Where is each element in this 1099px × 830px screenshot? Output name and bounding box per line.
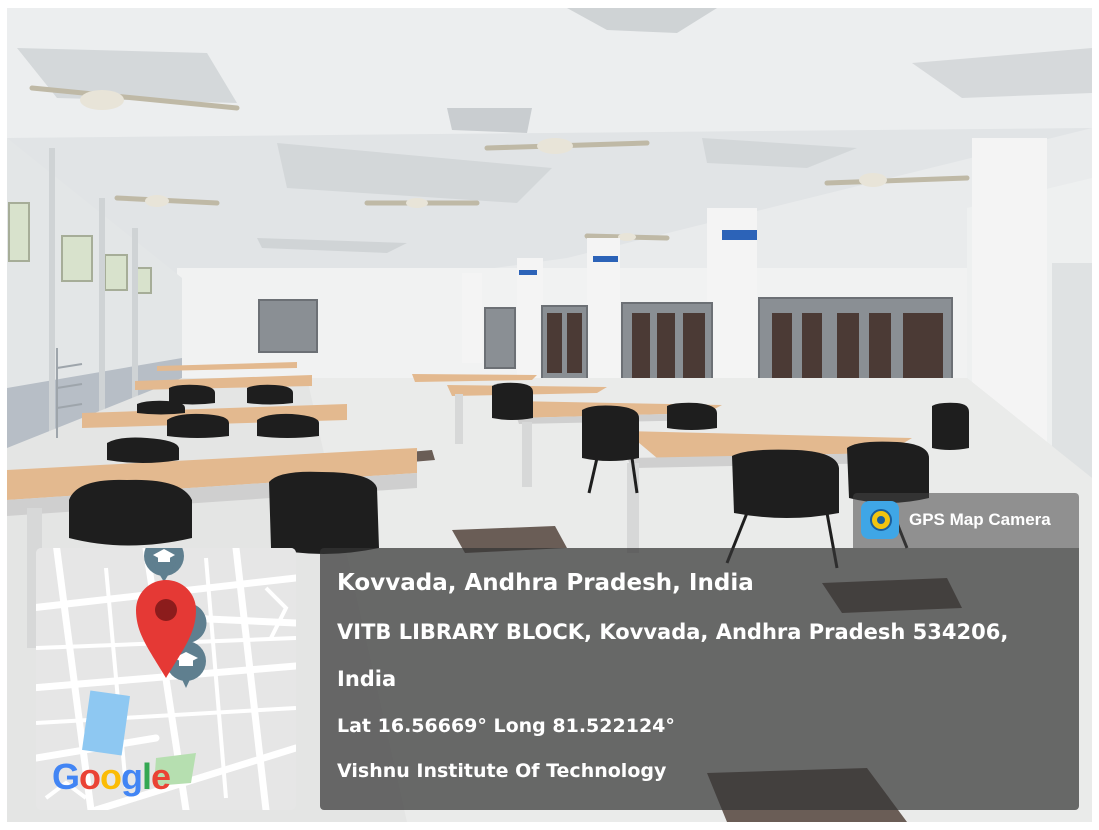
map-thumbnail: Google <box>36 548 296 810</box>
app-badge: GPS Map Camera <box>853 493 1079 548</box>
coordinates: Lat 16.56669° Long 81.522124° <box>337 715 675 737</box>
address-line-2: India <box>337 667 397 691</box>
address-line-1: VITB LIBRARY BLOCK, Kovvada, Andhra Prad… <box>337 620 1009 644</box>
water-area <box>82 690 130 756</box>
map-brand-logo: Google <box>52 756 171 797</box>
app-name: GPS Map Camera <box>909 510 1051 529</box>
location-info-panel: Kovvada, Andhra Pradesh, India VITB LIBR… <box>320 548 1079 810</box>
screenshot-frame: GPS Map Camera Kovvada, Andhra Pradesh, … <box>0 0 1099 830</box>
gps-camera-icon <box>861 501 899 539</box>
place-name: Vishnu Institute Of Technology <box>337 760 667 782</box>
location-title: Kovvada, Andhra Pradesh, India <box>337 570 754 596</box>
